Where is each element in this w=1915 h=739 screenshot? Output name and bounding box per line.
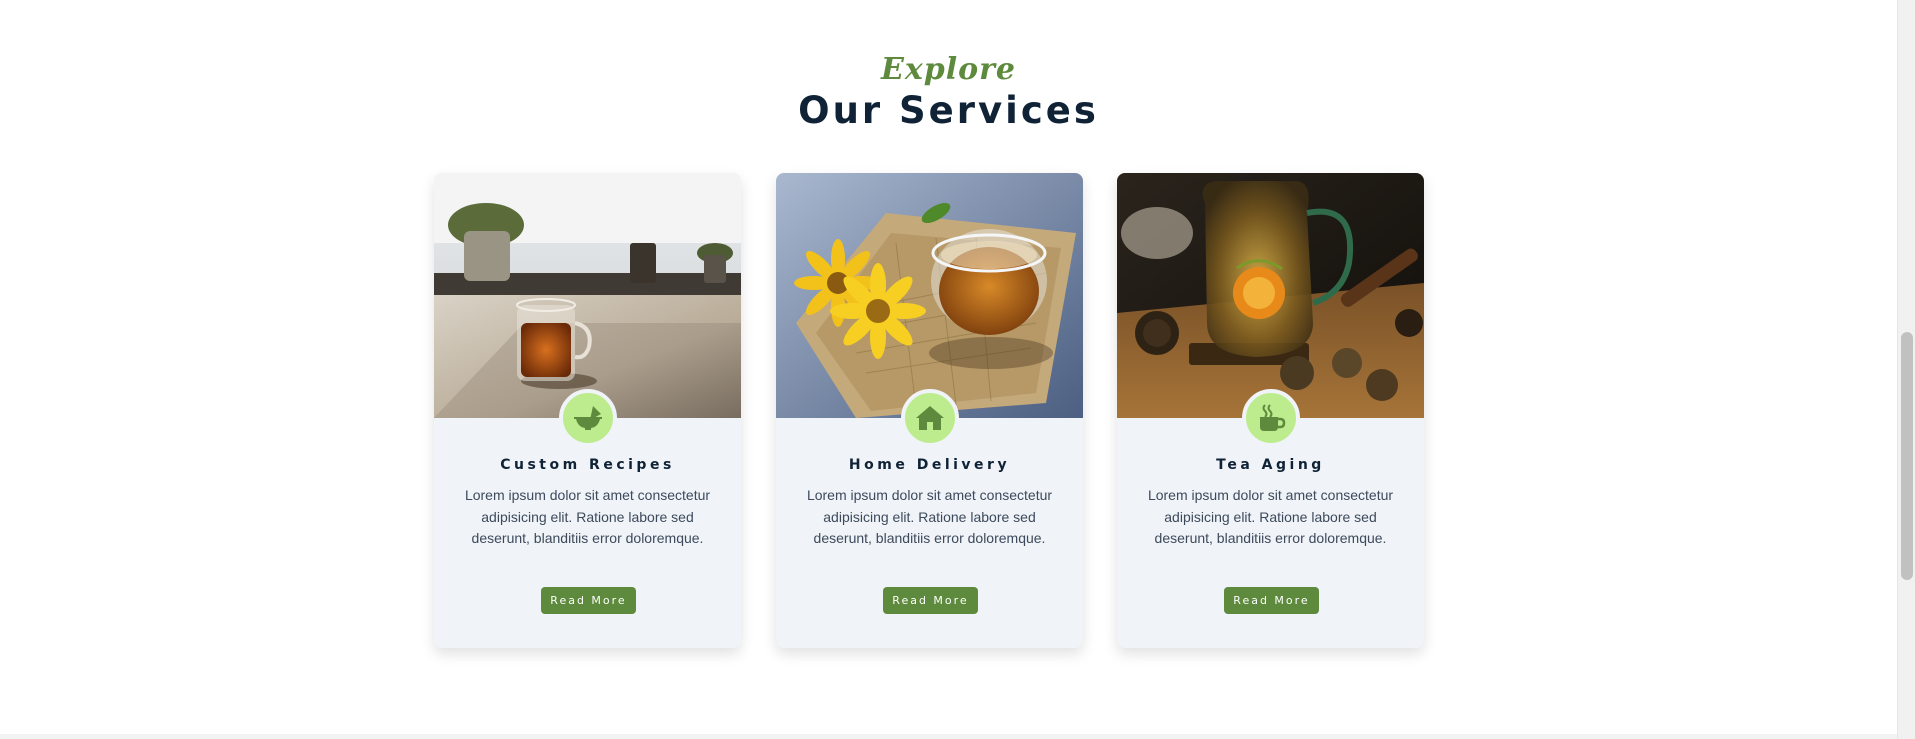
vertical-scrollbar[interactable] [1897,0,1915,739]
page: Explore Our Services Custom Recipes Lore… [0,0,1897,739]
section-eyebrow: Explore [880,52,1017,87]
section-title: Our Services [798,89,1099,132]
read-more-button[interactable]: Read More [883,587,978,614]
service-card-tea-aging: Tea Aging Lorem ipsum dolor sit amet con… [1117,173,1424,648]
service-card-custom-recipes: Custom Recipes Lorem ipsum dolor sit ame… [434,173,741,648]
service-card-home-delivery: Home Delivery Lorem ipsum dolor sit amet… [776,173,1083,648]
service-description: Lorem ipsum dolor sit amet consectetur a… [1147,487,1394,546]
service-description: Lorem ipsum dolor sit amet consectetur a… [806,487,1053,546]
service-title: Home Delivery [848,457,1011,473]
service-title: Custom Recipes [500,457,675,473]
mug-hot-icon [1242,389,1300,447]
section-divider [0,734,1897,739]
service-image [434,173,741,418]
read-more-button[interactable]: Read More [1224,587,1319,614]
service-image [1117,173,1424,418]
service-image [776,173,1083,418]
read-more-button[interactable]: Read More [541,587,636,614]
mortar-pestle-icon [559,389,617,447]
service-description: Lorem ipsum dolor sit amet consectetur a… [464,487,711,546]
home-icon [901,389,959,447]
section-header: Explore Our Services [0,50,1897,134]
scrollbar-thumb[interactable] [1901,332,1913,580]
service-title: Tea Aging [1216,457,1325,473]
